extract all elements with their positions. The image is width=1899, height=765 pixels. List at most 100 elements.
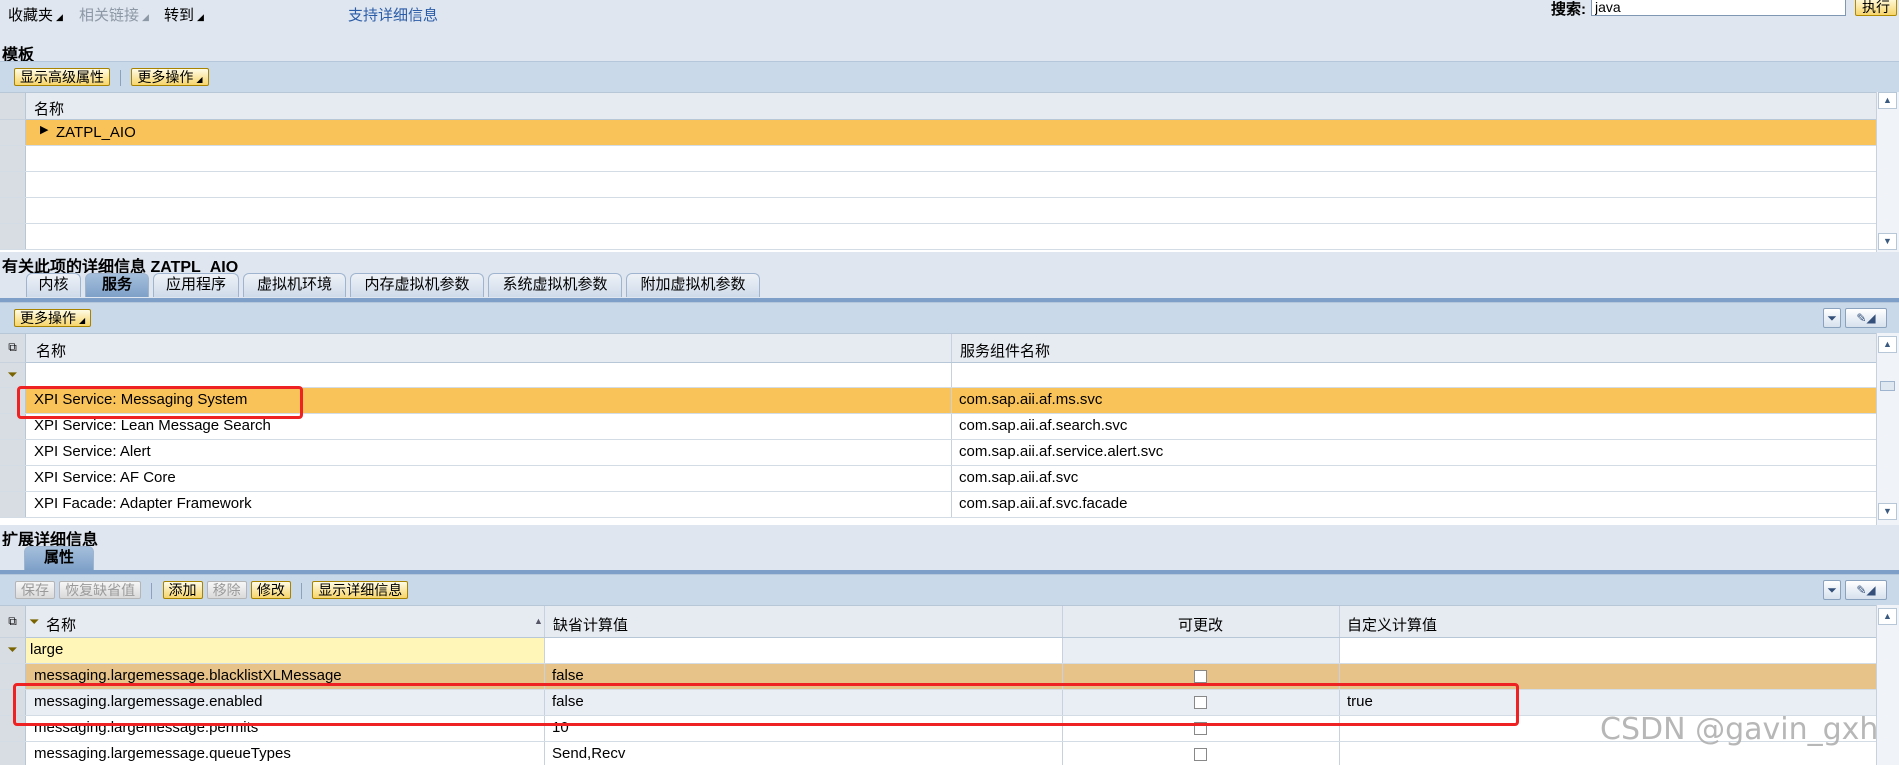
services-grid: ⧉ 名称 服务组件名称 ⏷ XPI Service: Messaging Sys…: [0, 333, 1899, 525]
row-selector[interactable]: [0, 146, 26, 171]
row-selector[interactable]: [0, 172, 26, 197]
show-details-button[interactable]: 显示详细信息: [312, 581, 409, 599]
services-scrollbar[interactable]: ▲ ▼: [1876, 333, 1899, 525]
filter-icon[interactable]: ⏷: [1823, 308, 1841, 328]
sort-ascending-icon[interactable]: ▲: [534, 616, 543, 626]
scroll-thumb[interactable]: [1880, 381, 1895, 391]
properties-scrollbar[interactable]: ▲: [1876, 605, 1899, 765]
name-filter-input[interactable]: large: [26, 638, 544, 663]
services-grid-header: ⧉ 名称 服务组件名称: [0, 333, 1876, 363]
column-header-name[interactable]: 名称: [34, 98, 64, 119]
goto-menu[interactable]: 转到 ◢: [164, 4, 204, 25]
support-details-link[interactable]: 支持详细信息: [348, 4, 438, 25]
tab-applications[interactable]: 应用程序: [153, 273, 239, 297]
remove-button[interactable]: 移除: [206, 581, 247, 599]
show-advanced-button[interactable]: 显示高级属性: [14, 68, 110, 86]
template-grid: 名称 ▶ ZATPL_AIO ▲ ▼: [0, 92, 1899, 252]
goto-label: 转到: [164, 7, 195, 24]
row-selector[interactable]: [0, 742, 26, 765]
table-row: [0, 198, 1876, 224]
dropdown-arrow-icon: ◢: [142, 12, 149, 22]
highlight-box: [17, 386, 303, 419]
column-filter-icon[interactable]: ⏷: [29, 614, 39, 630]
table-row[interactable]: XPI Facade: Adapter Framework com.sap.ai…: [0, 492, 1876, 518]
table-row[interactable]: XPI Service: Alert com.sap.aii.af.servic…: [0, 440, 1876, 466]
column-header-name[interactable]: 名称: [36, 340, 66, 361]
modifiable-checkbox[interactable]: [1194, 670, 1207, 683]
table-row[interactable]: ▶ ZATPL_AIO: [0, 120, 1876, 146]
service-component-cell: com.sap.aii.af.svc: [959, 469, 1079, 486]
tab-system-vm-params[interactable]: 系统虚拟机参数: [488, 273, 622, 297]
column-header-modifiable[interactable]: 可更改: [1062, 614, 1339, 635]
settings-wrench-icon[interactable]: ✎◢: [1845, 580, 1887, 600]
favorites-label: 收藏夹: [8, 7, 54, 24]
search-input[interactable]: [1591, 0, 1846, 16]
favorites-menu[interactable]: 收藏夹 ◢: [8, 4, 63, 25]
template-name-cell: ZATPL_AIO: [56, 124, 136, 141]
related-links-menu[interactable]: 相关链接 ◢: [79, 4, 149, 25]
tab-kernel[interactable]: 内核: [26, 273, 81, 297]
top-menu-bar: 收藏夹◢ 相关链接◢ 转到◢ 支持详细信息 搜索: 执行: [0, 0, 1899, 30]
tab-services[interactable]: 服务: [85, 273, 149, 297]
more-actions-label: 更多操作: [20, 310, 76, 326]
table-row: [0, 146, 1876, 172]
settings-wrench-icon[interactable]: ✎◢: [1845, 308, 1887, 328]
scroll-up-icon[interactable]: ▲: [1878, 608, 1897, 625]
modifiable-filter-cell[interactable]: [1063, 638, 1339, 663]
watermark-text: CSDN @gavin_gxh: [1600, 712, 1879, 747]
scroll-up-icon[interactable]: ▲: [1878, 92, 1897, 109]
dropdown-arrow-icon: ◢: [197, 12, 204, 22]
template-more-actions-button[interactable]: 更多操作 ◢: [131, 68, 209, 86]
table-row[interactable]: XPI Service: AF Core com.sap.aii.af.svc: [0, 466, 1876, 492]
more-actions-label: 更多操作: [137, 69, 194, 85]
dropdown-arrow-icon: ◢: [79, 316, 86, 325]
column-header-default[interactable]: 缺省计算值: [553, 614, 628, 635]
toolbar-separator: [151, 583, 153, 600]
table-row: [0, 172, 1876, 198]
row-selector[interactable]: [0, 224, 26, 249]
toolbar-separator: [301, 583, 303, 600]
row-selector[interactable]: [0, 492, 26, 517]
filter-icon[interactable]: ⏷: [0, 638, 26, 663]
column-header-name[interactable]: 名称: [46, 614, 76, 635]
save-button[interactable]: 保存: [15, 581, 55, 599]
details-tabstrip: 内核 服务 应用程序 虚拟机环境 内存虚拟机参数 系统虚拟机参数 附加虚拟机参数: [0, 273, 1899, 299]
service-name-cell: XPI Service: Alert: [34, 443, 151, 460]
details-more-actions-button[interactable]: 更多操作 ◢: [14, 309, 92, 327]
column-header-custom[interactable]: 自定义计算值: [1347, 614, 1437, 635]
table-row[interactable]: messaging.largemessage.queueTypes Send,R…: [0, 742, 1876, 765]
template-toolbar: 显示高级属性 更多操作 ◢: [0, 61, 1899, 92]
row-selector[interactable]: [0, 440, 26, 465]
dropdown-arrow-icon: ◢: [196, 75, 203, 84]
highlight-box: [13, 683, 1519, 726]
execute-button[interactable]: 执行: [1855, 0, 1897, 16]
row-selector[interactable]: [0, 120, 26, 145]
expand-triangle-icon[interactable]: ▶: [40, 123, 48, 136]
tab-additional-vm-params[interactable]: 附加虚拟机参数: [626, 273, 760, 297]
property-name-cell: messaging.largemessage.queueTypes: [34, 745, 291, 762]
scroll-up-icon[interactable]: ▲: [1878, 336, 1897, 353]
modifiable-checkbox[interactable]: [1194, 748, 1207, 761]
column-header-component[interactable]: 服务组件名称: [960, 340, 1050, 361]
details-toolbar: 更多操作 ◢ ⏷ ✎◢: [0, 302, 1899, 333]
modify-button[interactable]: 修改: [250, 581, 291, 599]
restore-default-button[interactable]: 恢复缺省值: [59, 581, 142, 599]
tab-vm-environment[interactable]: 虚拟机环境: [243, 273, 346, 297]
row-selector[interactable]: [0, 198, 26, 223]
select-all-cell[interactable]: [0, 93, 26, 120]
filter-icon[interactable]: ⏷: [1823, 580, 1841, 600]
scroll-down-icon[interactable]: ▼: [1878, 503, 1897, 520]
add-button[interactable]: 添加: [162, 581, 203, 599]
properties-grid-header: ⧉ ⏷ 名称 ▲ 缺省计算值 可更改 自定义计算值: [0, 605, 1876, 638]
filter-row: ⏷ large: [0, 638, 1876, 664]
select-all-icon[interactable]: ⧉: [0, 606, 26, 638]
scroll-down-icon[interactable]: ▼: [1878, 233, 1897, 250]
row-selector[interactable]: [0, 466, 26, 491]
filter-row: ⏷: [0, 363, 1876, 388]
tab-properties[interactable]: 属性: [24, 546, 94, 570]
tab-memory-vm-params[interactable]: 内存虚拟机参数: [350, 273, 484, 297]
search-label: 搜索:: [1551, 1, 1586, 18]
select-all-icon[interactable]: ⧉: [0, 334, 26, 363]
filter-icon[interactable]: ⏷: [0, 363, 26, 387]
template-scrollbar[interactable]: ▲ ▼: [1876, 92, 1899, 252]
